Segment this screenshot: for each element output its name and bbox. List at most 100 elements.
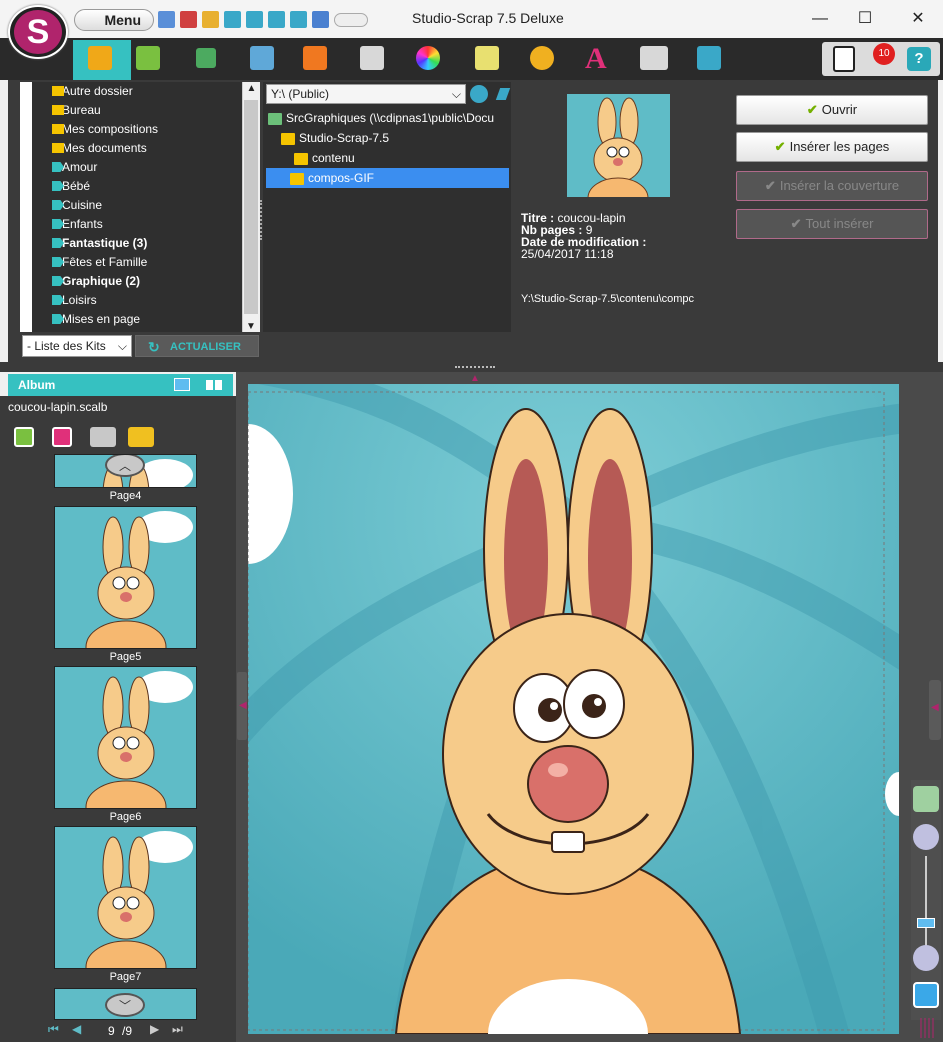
folder-tree-label: compos-GIF [308, 171, 375, 185]
puzzle-tool-icon[interactable] [303, 46, 327, 70]
current-page[interactable]: 9 [108, 1024, 115, 1038]
zoom-fit-icon[interactable] [913, 786, 939, 812]
scroll-down-icon[interactable]: ▼ [243, 321, 259, 332]
kit-item[interactable]: Bébé [32, 177, 242, 196]
page-export-icon[interactable] [128, 427, 154, 447]
zoom-slider-track[interactable] [925, 856, 927, 946]
remove-page-icon[interactable] [52, 427, 72, 447]
export-image-icon[interactable] [290, 11, 307, 28]
save-all-icon[interactable] [268, 11, 285, 28]
page-thumbnail[interactable]: ﹀ [54, 988, 197, 1020]
kit-item[interactable]: Mises en page [32, 310, 242, 329]
tools-collapse-handle[interactable]: ◀ [929, 680, 941, 740]
frame-tool-icon[interactable] [360, 46, 384, 70]
kit-item[interactable]: Mes compositions [32, 120, 242, 139]
insert-all-button[interactable]: ✔ Tout insérer [736, 209, 928, 239]
kit-item[interactable]: Fêtes et Famille [32, 253, 242, 272]
insert-cover-label: Insérer la couverture [779, 178, 900, 193]
new-document-icon[interactable] [158, 11, 175, 28]
notes-icon[interactable] [833, 46, 855, 72]
kit-item[interactable]: Mes documents [32, 139, 242, 158]
prev-page-icon[interactable]: ◀ [72, 1022, 81, 1036]
export-tool-icon[interactable] [697, 46, 721, 70]
notification-badge[interactable]: 10 [873, 43, 895, 65]
insert-cover-button[interactable]: ✔ Insérer la couverture [736, 171, 928, 201]
kit-item-label: Bébé [62, 179, 91, 193]
kit-item[interactable]: Cuisine [32, 196, 242, 215]
double-view-icon[interactable] [206, 380, 222, 390]
album-collapse-handle[interactable]: ◀ [237, 672, 247, 740]
zoom-slider-thumb[interactable] [917, 918, 935, 928]
photo-tool-icon[interactable] [250, 46, 274, 70]
album-filename: coucou-lapin.scalb [8, 400, 108, 414]
scroll-thumb[interactable] [244, 100, 258, 314]
kit-item-label: Amour [62, 160, 98, 174]
kit-item[interactable]: Bureau [32, 101, 242, 120]
zoom-in-icon[interactable] [913, 824, 939, 850]
open-folder-icon[interactable] [202, 11, 219, 28]
folder-tree-item[interactable]: SrcGraphiques (\\cdipnas1\public\Docu [268, 108, 508, 128]
kits-scrollbar[interactable]: ▲ ▼ [242, 82, 260, 332]
kits-list-select[interactable]: - Liste des Kits ⌵ [22, 335, 132, 357]
page-thumbnail[interactable] [54, 826, 197, 969]
insert-pages-button[interactable]: ✔ Insérer les pages [736, 132, 928, 162]
drive-select[interactable]: Y:\ (Public) ⌵ [266, 84, 466, 104]
studio-scrap-window: { "window": { "title": "Studio-Scrap 7.5… [0, 0, 943, 1042]
refresh-button[interactable]: ↻ ACTUALISER [135, 335, 259, 357]
next-page-icon[interactable]: ▶ [150, 1022, 159, 1036]
page-tool-icon[interactable] [136, 46, 160, 70]
first-page-icon[interactable]: ⏮ [48, 1022, 59, 1037]
collapse-top-icon[interactable]: ▲ [470, 373, 480, 384]
folder-tool-icon[interactable] [88, 46, 112, 70]
page-thumbnail[interactable] [54, 666, 197, 809]
logo-letter: S [14, 10, 62, 54]
save-icon[interactable] [224, 11, 241, 28]
folder-tree-item[interactable]: compos-GIF [266, 168, 509, 188]
kit-item[interactable]: Enfants [32, 215, 242, 234]
open-button[interactable]: ✔ Ouvrir [736, 95, 928, 125]
resize-grip-icon[interactable] [920, 1018, 936, 1038]
page-label: Page4 [109, 490, 142, 502]
kit-item[interactable]: Fantastique (3) [32, 234, 242, 253]
kit-item[interactable]: Graphique (2) [32, 272, 242, 291]
kit-item[interactable]: Amour [32, 158, 242, 177]
refresh-label: ACTUALISER [170, 341, 241, 353]
help-icon[interactable]: ? [907, 47, 931, 71]
tree-resize-handle[interactable] [260, 200, 263, 240]
maximize-button[interactable]: ☐ [850, 8, 880, 30]
zoom-out-icon[interactable] [913, 945, 939, 971]
print-tool-icon[interactable] [640, 46, 668, 70]
page-thumbnail[interactable] [54, 506, 197, 649]
chevron-up-icon[interactable]: ︿ [105, 455, 145, 477]
scissors-icon[interactable] [180, 11, 197, 28]
kit-item[interactable]: Autre dossier [32, 82, 242, 101]
page-canvas[interactable] [248, 384, 899, 1034]
folder-tree-label: Studio-Scrap-7.5 [299, 131, 390, 145]
app-logo[interactable]: S [8, 5, 68, 59]
kit-item[interactable]: Loisirs [32, 291, 242, 310]
splitter-grip[interactable] [455, 366, 495, 370]
paper-tool-icon[interactable] [475, 46, 499, 70]
chevron-down-icon[interactable]: ﹀ [105, 993, 145, 1017]
folder-tree-item[interactable]: Studio-Scrap-7.5 [273, 128, 508, 148]
link-icon[interactable] [312, 11, 329, 28]
text-tool-icon[interactable]: A [585, 42, 607, 76]
close-button[interactable]: ✕ [903, 8, 933, 30]
folder-tree-item[interactable]: contenu [278, 148, 508, 168]
last-page-icon[interactable]: ⏭ [172, 1022, 183, 1037]
scroll-up-icon[interactable]: ▲ [243, 82, 260, 96]
network-icon[interactable] [470, 85, 488, 103]
fullscreen-icon[interactable] [913, 982, 939, 1008]
page-thumbnail[interactable]: ︿ [54, 454, 197, 488]
menu-button[interactable]: Menu [74, 9, 154, 31]
quick-access-dropdown[interactable] [334, 13, 368, 27]
layout-tool-icon[interactable] [196, 48, 216, 68]
kit-item-label: Cuisine [62, 198, 103, 212]
page-properties-icon[interactable] [90, 427, 116, 447]
single-view-icon[interactable] [174, 378, 190, 391]
save-as-icon[interactable] [246, 11, 263, 28]
embellishment-tool-icon[interactable] [530, 46, 554, 70]
minimize-button[interactable]: — [805, 8, 835, 30]
add-page-icon[interactable] [14, 427, 34, 447]
color-wheel-icon[interactable] [416, 46, 440, 70]
